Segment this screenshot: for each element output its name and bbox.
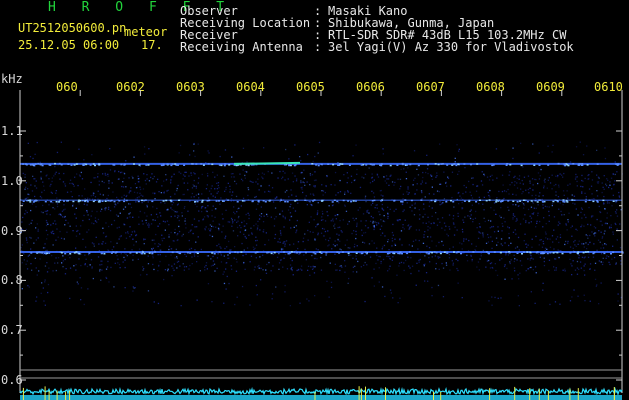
baseline-level [19, 386, 623, 396]
meteor-echo-highlight [233, 161, 301, 165]
baseline-trace [19, 386, 623, 400]
spectrogram-plot [19, 90, 624, 400]
signal-lines [20, 161, 624, 255]
noise-field [20, 141, 623, 307]
